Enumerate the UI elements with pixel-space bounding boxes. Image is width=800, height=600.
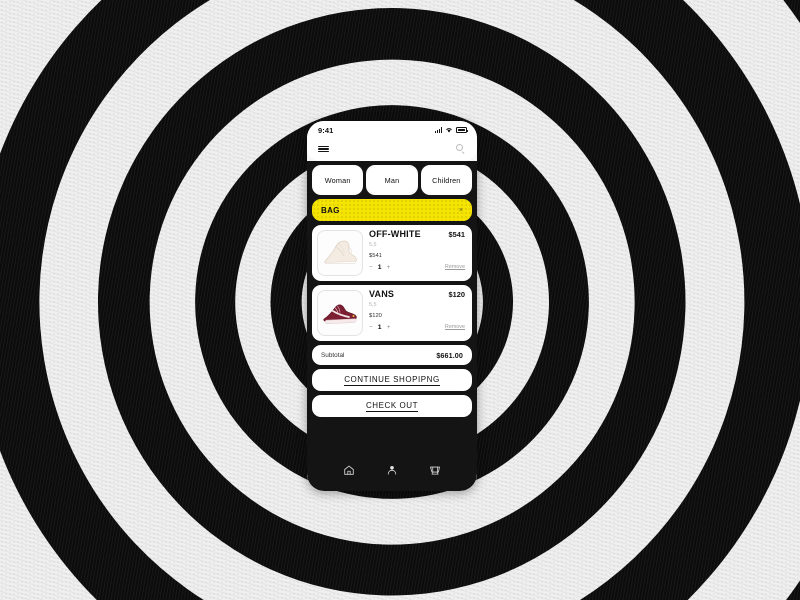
- bag-header-bar: BAG ×: [312, 199, 472, 221]
- remove-item-link[interactable]: Remove: [445, 264, 465, 270]
- battery-icon: [456, 127, 468, 133]
- wifi-icon: [445, 127, 453, 133]
- cart-item-row: OFF-WHITE $541 5,5 $541 − 1 + Remove: [312, 225, 472, 281]
- increase-quantity-button[interactable]: +: [387, 264, 391, 272]
- phone-mockup: 9:41 Woman Man Children BAG × OFF-WHITE …: [307, 121, 477, 491]
- category-tabs: Woman Man Children: [312, 165, 472, 195]
- product-size: 5,5: [369, 242, 377, 249]
- cart-item-controls: − 1 + Remove: [369, 323, 465, 332]
- increase-quantity-button[interactable]: +: [387, 324, 391, 332]
- product-name: VANS: [369, 289, 395, 299]
- status-bar-icons: [434, 127, 468, 133]
- quantity-stepper: − 1 +: [369, 263, 391, 272]
- cart-body: Woman Man Children BAG × OFF-WHITE $541 …: [307, 161, 477, 453]
- home-icon[interactable]: [342, 464, 355, 477]
- decrease-quantity-button[interactable]: −: [369, 324, 373, 332]
- checkout-label: CHECK OUT: [365, 400, 419, 412]
- status-bar-time: 9:41: [318, 125, 334, 135]
- tab-children[interactable]: Children: [420, 165, 472, 195]
- status-bar: 9:41: [307, 121, 477, 139]
- quantity-value: 1: [377, 263, 382, 271]
- tab-woman[interactable]: Woman: [312, 165, 364, 195]
- product-line-price: $120: [369, 312, 382, 319]
- body-bottom-spacer: [312, 421, 472, 425]
- continue-shopping-label: CONTINUE SHOPIPNG: [344, 374, 440, 386]
- continue-shopping-button[interactable]: CONTINUE SHOPIPNG: [312, 369, 472, 391]
- cart-icon[interactable]: [429, 464, 442, 477]
- cart-item-header: OFF-WHITE $541: [369, 229, 465, 240]
- cart-item-info: OFF-WHITE $541 5,5 $541 − 1 + Remove: [369, 229, 465, 276]
- tab-man[interactable]: Man: [366, 165, 418, 195]
- offwhite-sneaker-image: [317, 230, 363, 276]
- phone-screen: 9:41 Woman Man Children BAG × OFF-WHITE …: [307, 121, 477, 491]
- subtotal-label: Subtotal: [321, 351, 345, 359]
- cart-item-info: VANS $120 5,5 $120 − 1 + Remove: [369, 289, 465, 336]
- hamburger-menu-icon[interactable]: [318, 145, 329, 153]
- screenshot-stage: 9:41 Woman Man Children BAG × OFF-WHITE …: [0, 0, 800, 600]
- product-price: $541: [448, 230, 465, 239]
- cart-item-header: VANS $120: [369, 289, 465, 300]
- person-icon[interactable]: [385, 464, 398, 477]
- quantity-value: 1: [377, 323, 382, 331]
- search-icon[interactable]: [456, 144, 466, 154]
- remove-item-link[interactable]: Remove: [445, 324, 465, 330]
- checkout-button[interactable]: CHECK OUT: [312, 395, 472, 417]
- quantity-stepper: − 1 +: [369, 323, 391, 332]
- product-name: OFF-WHITE: [369, 229, 421, 239]
- signal-icon: [434, 127, 442, 133]
- cart-item-row: VANS $120 5,5 $120 − 1 + Remove: [312, 285, 472, 341]
- product-size: 5,5: [369, 302, 377, 309]
- bag-title: BAG: [321, 205, 340, 215]
- app-navbar: [307, 139, 477, 161]
- cart-item-controls: − 1 + Remove: [369, 263, 465, 272]
- product-price: $120: [448, 290, 465, 299]
- product-line-price: $541: [369, 252, 382, 259]
- subtotal-row: Subtotal $661.00: [312, 345, 472, 365]
- subtotal-value: $661.00: [436, 350, 463, 360]
- vans-sneaker-image: [317, 290, 363, 336]
- close-icon[interactable]: ×: [459, 207, 463, 214]
- bottom-navigation-bar: [307, 453, 477, 491]
- decrease-quantity-button[interactable]: −: [369, 264, 373, 272]
